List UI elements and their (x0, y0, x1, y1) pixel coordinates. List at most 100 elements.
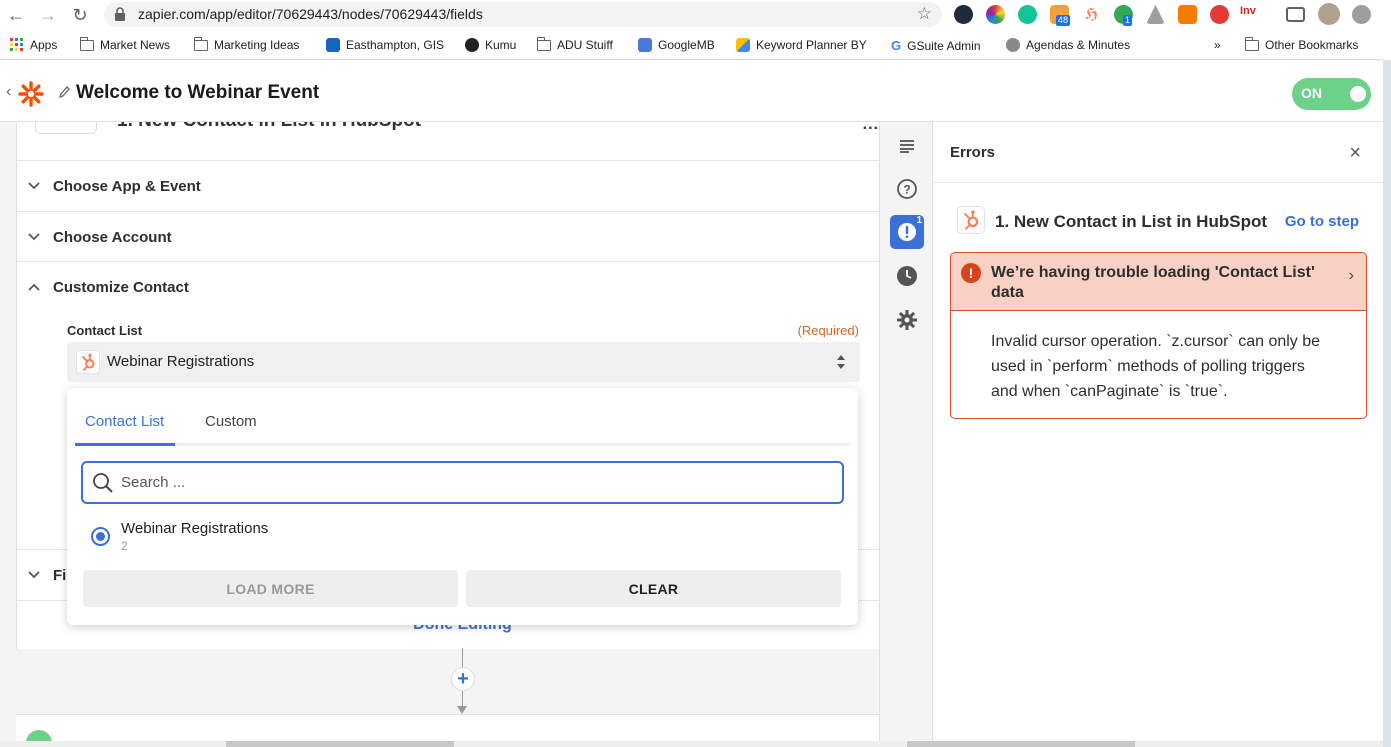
profile-icon[interactable] (1352, 5, 1371, 24)
folder-icon (193, 36, 208, 51)
horizontal-scrollbar[interactable] (0, 741, 1383, 747)
history-clock-icon[interactable] (890, 259, 924, 293)
chevron-down-icon (28, 182, 40, 190)
load-more-button[interactable]: LOAD MORE (83, 570, 458, 607)
url-text: zapier.com/app/editor/70629443/nodes/706… (138, 6, 483, 22)
color-wheel-icon[interactable] (986, 5, 1005, 24)
avatar[interactable] (1318, 3, 1340, 25)
scroll-thumb[interactable] (907, 741, 1135, 747)
bookmark-easthampton-gis[interactable]: Easthampton, GIS (326, 38, 444, 52)
bookmark-kumu[interactable]: Kumu (465, 38, 516, 52)
list-item[interactable]: Webinar Registrations 2 (87, 518, 787, 554)
extension-icon[interactable] (1210, 5, 1229, 24)
bookmarks-overflow-chevron-icon[interactable]: » (1214, 38, 1221, 52)
go-to-step-link[interactable]: Go to step (1285, 213, 1359, 230)
section-choose-account[interactable]: Choose Account (17, 211, 879, 262)
zap-on-toggle[interactable]: ON (1292, 78, 1371, 110)
bookmark-gsuite-admin[interactable]: G GSuite Admin (891, 38, 981, 53)
section-choose-app-event[interactable]: Choose App & Event (17, 160, 879, 211)
pencil-icon[interactable] (58, 85, 70, 99)
error-card-header[interactable]: ! We’re having trouble loading 'Contact … (951, 253, 1366, 311)
bookmark-apps[interactable]: Apps (10, 38, 57, 52)
bookmark-star-icon[interactable]: ☆ (917, 4, 932, 24)
google-ads-icon (736, 38, 750, 52)
extension-icon[interactable] (954, 5, 973, 24)
hubspot-icon (957, 206, 985, 234)
hubspot-icon[interactable]: ℌ (1082, 5, 1101, 24)
lock-icon (115, 7, 125, 21)
contact-list-select[interactable]: Webinar Registrations (67, 342, 860, 382)
chevron-up-icon (28, 283, 40, 291)
error-step-title: 1. New Contact in List in HubSpot (995, 212, 1267, 231)
tab-custom[interactable]: Custom (205, 413, 257, 430)
folder-icon (536, 36, 551, 51)
close-icon[interactable]: × (1349, 142, 1361, 165)
bookmark-agendas-minutes[interactable]: Agendas & Minutes (1006, 38, 1130, 52)
required-marker: (Required) (797, 323, 859, 338)
bookmark-googlemb[interactable]: GoogleMB (638, 38, 715, 52)
bookmark-marketing-ideas[interactable]: Marketing Ideas (193, 36, 299, 52)
hubspot-icon (76, 350, 100, 374)
active-tab-indicator (75, 443, 175, 446)
step-app-icon-frame (35, 122, 97, 134)
back-arrow-icon[interactable]: ← (6, 5, 26, 25)
chevron-down-icon (28, 571, 40, 579)
bookmark-keyword-planner[interactable]: Keyword Planner BY (736, 38, 867, 52)
zap-title[interactable]: Welcome to Webinar Event (76, 82, 319, 104)
folder-icon (79, 36, 94, 51)
reload-icon[interactable]: ↻ (70, 5, 90, 25)
search-icon (93, 473, 113, 493)
bookmark-adu-stuiff[interactable]: ADU Stuiff (536, 36, 613, 52)
forward-arrow-icon[interactable]: → (38, 5, 58, 25)
add-step-button[interactable]: + (451, 667, 475, 691)
chevron-right-icon[interactable]: › (1349, 267, 1354, 285)
extension-icon[interactable]: 1 (1114, 5, 1133, 26)
errors-panel-title: Errors (950, 144, 996, 161)
chevron-left-icon[interactable]: ‹ (6, 83, 11, 101)
alert-icon: ! (961, 263, 981, 283)
bookmarks-bar: Apps Market News Marketing Ideas Eastham… (0, 30, 1391, 60)
address-bar[interactable]: zapier.com/app/editor/70629443/nodes/706… (104, 2, 942, 27)
folder-icon (1244, 36, 1259, 51)
bookmark-other-bookmarks[interactable]: Other Bookmarks (1244, 36, 1358, 52)
apps-grid-icon (10, 38, 23, 51)
errors-icon[interactable]: 1 (890, 215, 924, 249)
error-card: ! We’re having trouble loading 'Contact … (950, 252, 1367, 419)
more-options-icon[interactable]: ... (863, 122, 879, 134)
scroll-thumb[interactable] (226, 741, 454, 747)
svg-text:?: ? (903, 183, 910, 197)
error-heading: We’re having trouble loading 'Contact Li… (991, 264, 1315, 301)
contact-list-label: Contact List (67, 323, 143, 338)
contact-list-dropdown: Contact List Custom Webinar Registration… (67, 388, 858, 625)
errors-panel: Errors × 1. New Contact in List in HubSp… (932, 122, 1384, 747)
background-window-edge (1383, 0, 1391, 747)
bookmark-market-news[interactable]: Market News (79, 36, 170, 52)
grammarly-icon[interactable] (1018, 5, 1037, 24)
toggle-knob (1350, 86, 1366, 102)
site-icon (326, 38, 340, 52)
settings-gear-icon[interactable] (890, 303, 924, 337)
site-icon (638, 38, 652, 52)
kumu-icon (465, 38, 479, 52)
zapier-logo-icon[interactable] (18, 81, 44, 107)
google-g-icon: G (891, 38, 902, 53)
analytics-icon[interactable] (1178, 5, 1197, 24)
browser-toolbar: ← → ↻ zapier.com/app/editor/70629443/nod… (0, 0, 1391, 30)
divider (933, 182, 1384, 183)
error-message: Invalid cursor operation. `z.cursor` can… (991, 333, 1321, 400)
cast-icon[interactable] (1286, 7, 1305, 22)
site-icon (1006, 38, 1020, 52)
radio-selected[interactable] (91, 527, 110, 546)
drive-icon[interactable] (1146, 5, 1165, 24)
tab-divider (75, 443, 850, 446)
tab-contact-list[interactable]: Contact List (85, 413, 164, 430)
extension-icon[interactable]: 48 (1050, 5, 1071, 26)
help-icon[interactable]: ? (890, 172, 924, 206)
connector-arrow (457, 706, 467, 714)
search-input[interactable] (121, 469, 821, 495)
chevron-down-icon (28, 233, 40, 241)
editor-sidebar: ? 1 (879, 122, 932, 747)
inv-icon[interactable]: Inv (1240, 5, 1259, 24)
clear-button[interactable]: CLEAR (466, 570, 841, 607)
outline-icon[interactable] (890, 129, 924, 163)
